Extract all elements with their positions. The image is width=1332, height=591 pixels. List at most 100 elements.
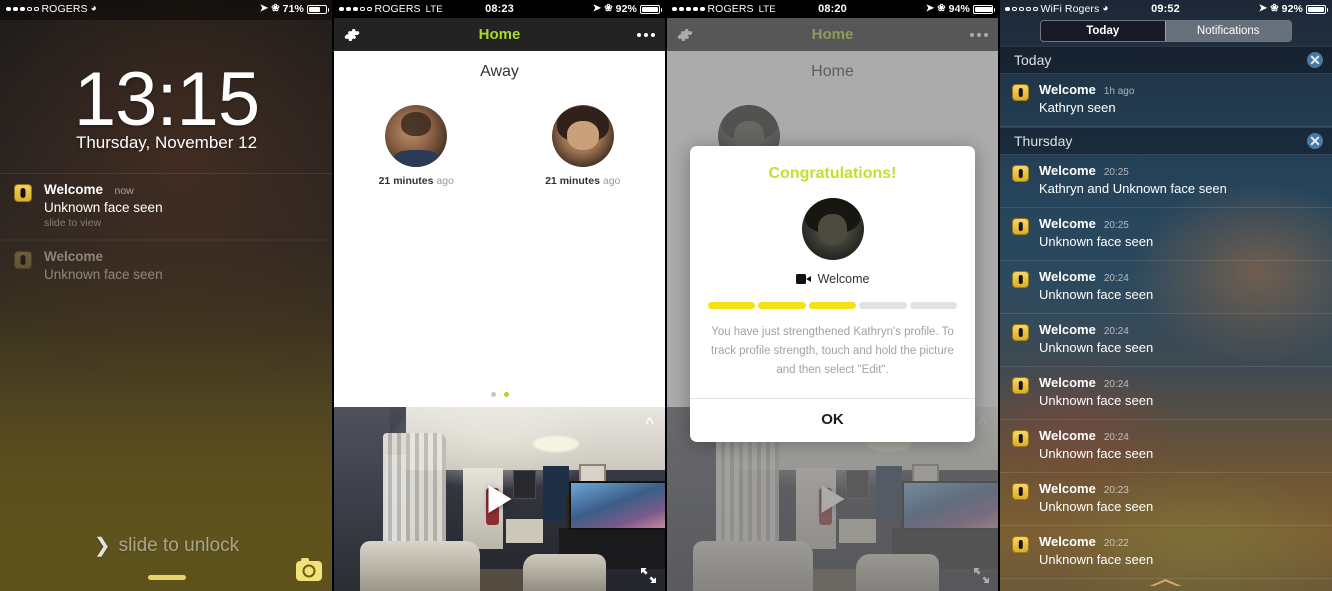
list-item[interactable]: Welcome 20:24 Unknown face seen <box>999 261 1332 314</box>
gear-icon[interactable] <box>344 27 360 43</box>
tab-notifications[interactable]: Notifications <box>1165 21 1291 41</box>
notification-time: 20:24 <box>1103 379 1129 390</box>
network-type-label: LTE <box>425 3 443 15</box>
panel-divider <box>998 0 1000 591</box>
notification-title: Welcome <box>1039 269 1096 284</box>
more-dots-icon[interactable] <box>637 32 655 37</box>
app-badge-icon <box>1012 377 1029 394</box>
battery-icon <box>307 4 329 14</box>
notification-body: Unknown face seen <box>44 267 163 282</box>
notification-time: 20:24 <box>1103 273 1129 284</box>
lock-date: Thursday, November 12 <box>75 133 258 152</box>
list-item[interactable]: Welcome 20:24 Unknown face seen <box>999 420 1332 473</box>
section-title: Away <box>480 63 519 80</box>
battery-percent-label: 94% <box>948 3 970 15</box>
panel-divider <box>665 0 667 591</box>
notification-list: Today ✕ Welcome 1h ago Kathryn seen Thurs… <box>999 46 1332 591</box>
notification-title: Welcome <box>1039 163 1096 178</box>
list-item[interactable]: Welcome now Unknown face seen slide to v… <box>0 173 333 239</box>
notification-time: 20:25 <box>1103 167 1129 178</box>
notification-body: Unknown face seen <box>1039 552 1154 567</box>
notification-hint: slide to view <box>44 217 102 229</box>
ok-button[interactable]: OK <box>690 399 975 442</box>
app-badge-icon <box>1012 536 1029 553</box>
tab-today[interactable]: Today <box>1040 21 1165 41</box>
strength-segment <box>909 302 958 309</box>
avatar <box>551 105 614 167</box>
status-left: ROGERS LTE <box>672 3 776 15</box>
section-header-thursday: Thursday ✕ <box>999 127 1332 155</box>
status-left: ROGERS LTE <box>339 3 443 15</box>
list-item[interactable]: Welcome 20:22 Unknown face seen <box>999 526 1332 579</box>
notification-title: Welcome <box>44 182 104 197</box>
section-header-label: Thursday <box>1014 133 1073 149</box>
bluetooth-icon: ❀ <box>1270 3 1279 14</box>
list-item[interactable]: Welcome 20:25 Unknown face seen <box>999 208 1332 261</box>
camera-video-player[interactable]: ^ <box>333 407 666 591</box>
page-dot[interactable] <box>490 392 496 397</box>
notification-time: 20:25 <box>1103 220 1129 231</box>
home-indicator <box>147 575 186 580</box>
face-timestamp-suffix: ago <box>599 175 621 187</box>
list-item[interactable]: Welcome 20:24 Unknown face seen <box>999 367 1332 420</box>
signal-dots-icon <box>339 6 372 12</box>
chevron-up-icon[interactable]: ^ <box>645 416 654 435</box>
slide-to-unlock[interactable]: ❯ slide to unlock <box>0 533 333 558</box>
wifi-icon: ◕ <box>1102 3 1109 14</box>
wifi-icon: ◕ <box>90 3 97 14</box>
face-card[interactable]: 21 minutes ago <box>500 105 667 187</box>
page-title: Home <box>478 26 521 43</box>
notification-title: Welcome <box>44 249 104 264</box>
notification-body: Unknown face seen <box>1039 234 1154 249</box>
list-item[interactable]: Welcome Unknown face seen <box>0 239 333 292</box>
avatar <box>385 105 448 167</box>
camera-icon[interactable] <box>296 558 322 581</box>
notification-body: Kathryn and Unknown face seen <box>1039 181 1227 196</box>
avatar <box>801 198 864 260</box>
lock-clock: 13:15 <box>73 57 260 142</box>
play-icon[interactable] <box>488 485 511 513</box>
page-dots[interactable] <box>333 392 666 397</box>
face-card[interactable]: 21 minutes ago <box>333 105 500 187</box>
expand-icon[interactable] <box>641 568 656 583</box>
screenshot-stage: ROGERS ◕ ➤ ❀ 71% 13:15 Thursday, Novembe… <box>0 0 1332 591</box>
panel2-body: Away 21 minutes ago 21 minutes ago <box>333 51 666 407</box>
list-item[interactable]: Welcome 20:23 Unknown face seen <box>999 473 1332 526</box>
location-arrow-icon: ➤ <box>1258 3 1268 14</box>
dialog-profile-name-row: Welcome <box>690 272 975 286</box>
status-left: ROGERS ◕ <box>6 3 97 15</box>
status-right: ➤ ❀ 92% <box>1258 3 1328 15</box>
section-header-label: Today <box>1014 52 1052 68</box>
notification-time: 20:24 <box>1103 432 1129 443</box>
app-badge-icon <box>1012 483 1029 500</box>
page-dot-active[interactable] <box>503 392 509 397</box>
notification-time: 20:24 <box>1103 326 1129 337</box>
dialog-heading: Congratulations! <box>768 165 897 182</box>
strength-segment <box>708 302 756 309</box>
status-right: ➤ ❀ 71% <box>260 3 329 15</box>
notification-center-tabs: Today Notifications <box>999 18 1332 44</box>
strength-segment <box>758 302 806 309</box>
panel-home-away: ROGERS LTE 08:23 ➤ ❀ 92% Home Away 21 mi… <box>333 0 666 591</box>
face-timestamp-suffix: ago <box>433 175 454 187</box>
face-timestamp: 21 minutes ago <box>545 175 620 187</box>
clear-x-icon[interactable]: ✕ <box>1307 52 1323 68</box>
list-item[interactable]: Welcome 1h ago Kathryn seen <box>999 74 1332 127</box>
signal-dots-icon <box>672 6 705 12</box>
network-type-label: LTE <box>758 3 776 15</box>
signal-dots-icon <box>6 6 39 12</box>
strength-segment <box>859 302 907 309</box>
battery-percent-label: 71% <box>282 3 304 15</box>
battery-percent-label: 92% <box>615 3 637 15</box>
section-header-today: Today ✕ <box>999 46 1332 74</box>
clear-x-icon[interactable]: ✕ <box>1307 133 1323 149</box>
list-item[interactable]: Welcome 20:24 Unknown face seen <box>999 314 1332 367</box>
list-item[interactable]: Welcome 20:25 Kathryn and Unknown face se… <box>999 155 1332 208</box>
notification-title: Welcome <box>1039 216 1096 231</box>
notification-title: Welcome <box>1039 481 1096 496</box>
app-badge-icon <box>1012 165 1029 182</box>
carrier-label: ROGERS <box>707 3 754 15</box>
face-timestamp: 21 minutes ago <box>379 175 454 187</box>
status-right: ➤ ❀ 94% <box>926 3 995 15</box>
slide-to-unlock-label: slide to unlock <box>118 534 240 556</box>
